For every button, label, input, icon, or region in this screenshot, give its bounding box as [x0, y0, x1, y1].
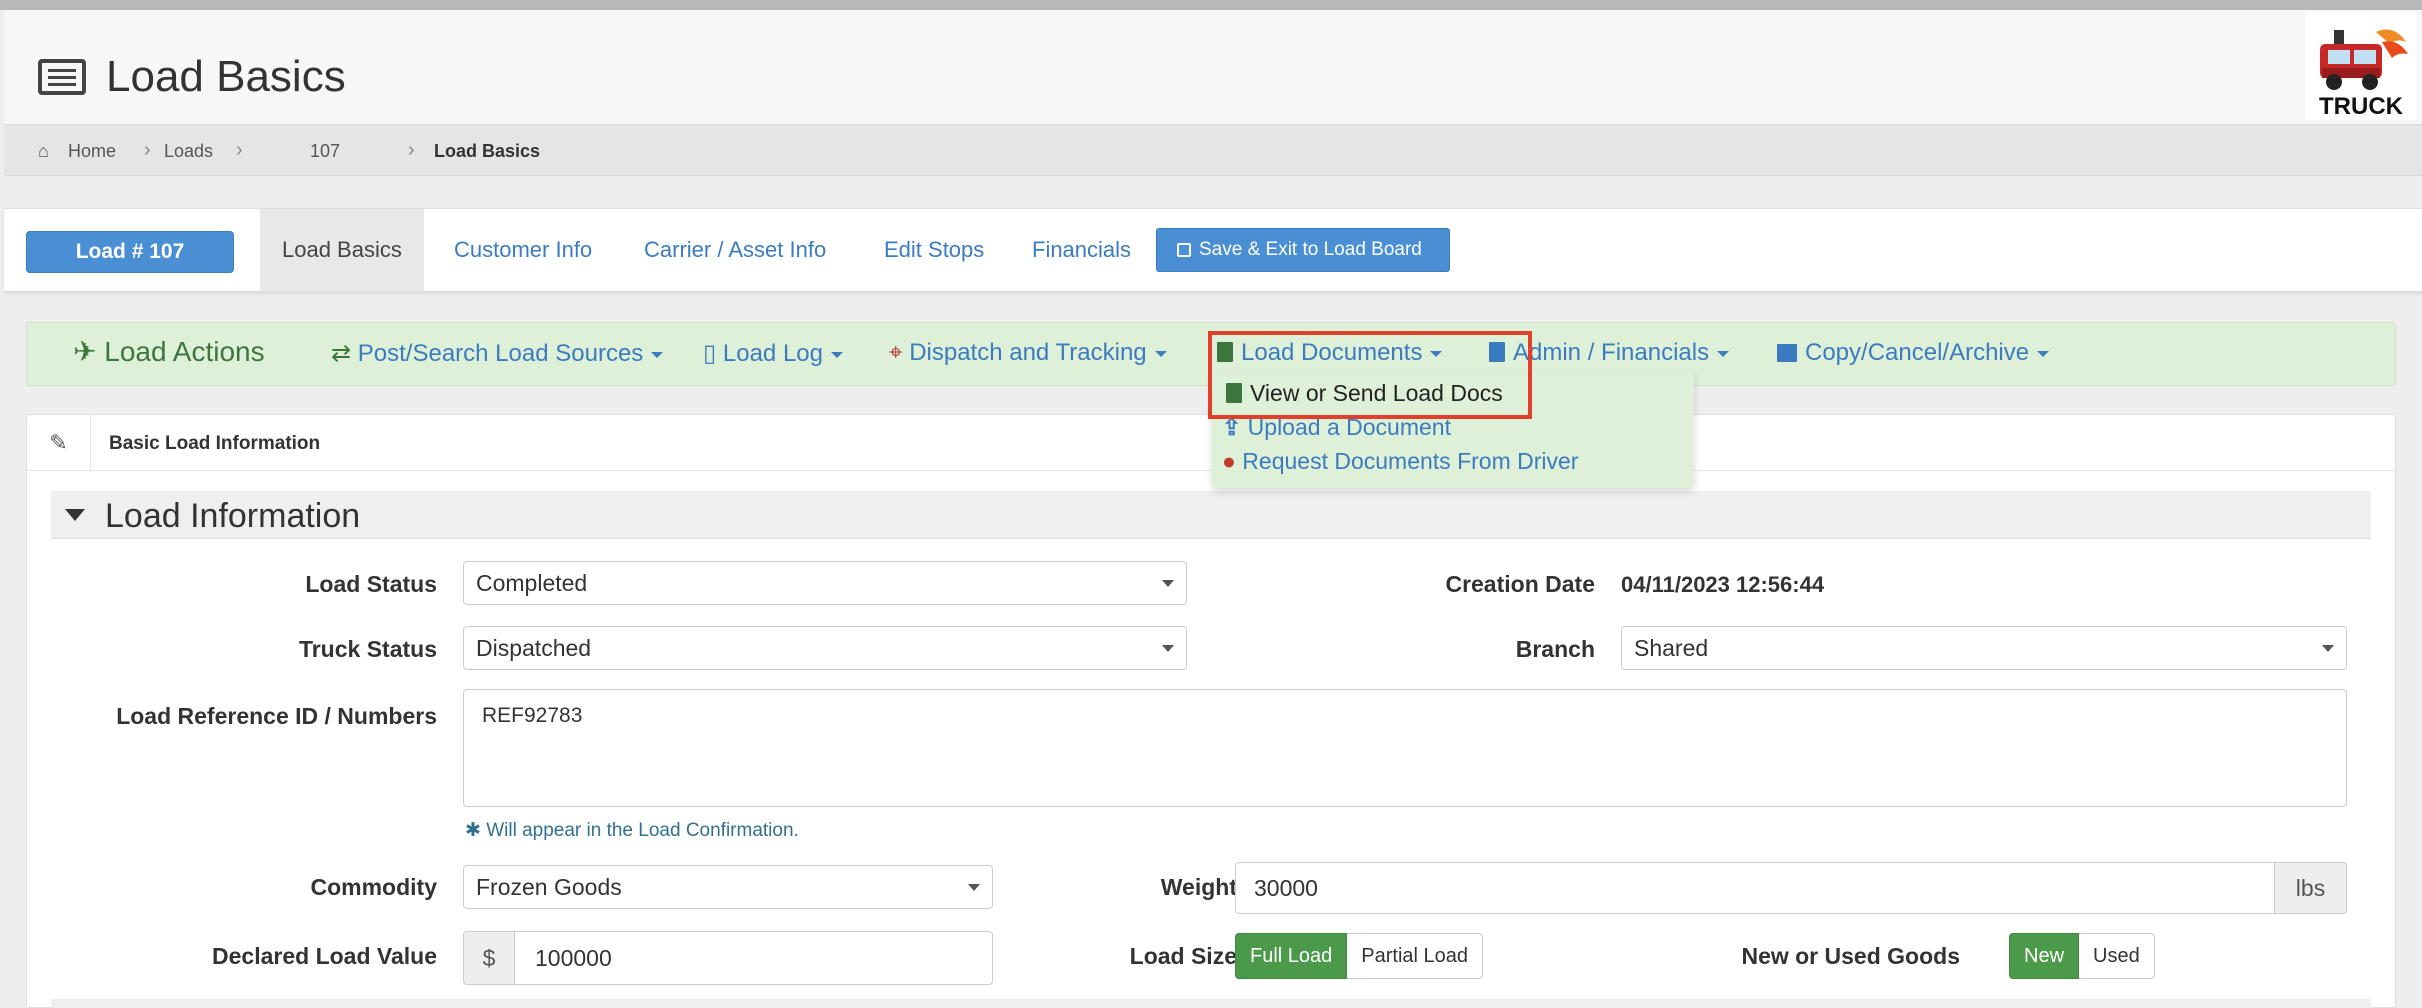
- menu-label: Copy/Cancel/Archive: [1805, 339, 2030, 366]
- chevron-right-icon: ›: [144, 139, 151, 161]
- dropdown-label: Request Documents From Driver: [1242, 448, 1579, 474]
- commodity-label: Commodity: [310, 874, 438, 900]
- archive-icon: [1777, 344, 1797, 362]
- truck-status-label: Truck Status: [298, 636, 437, 662]
- weight-input[interactable]: 30000: [1235, 862, 2275, 914]
- caret-down-icon: [1154, 350, 1167, 357]
- save-exit-button[interactable]: Save & Exit to Load Board: [1156, 228, 1450, 272]
- menu-label: Post/Search Load Sources: [357, 340, 644, 367]
- panel-header: ✎ Basic Load Information: [27, 415, 2395, 471]
- panel-title: Basic Load Information: [109, 433, 321, 454]
- page-title: Load Basics: [106, 52, 346, 101]
- breadcrumb-home[interactable]: Home: [68, 141, 116, 162]
- creation-date-value: 04/11/2023 12:56:44: [1621, 572, 1825, 597]
- reference-help-text: ✱ Will appear in the Load Confirmation.: [465, 819, 799, 842]
- load-actions-title: ✈ Load Actions: [73, 335, 265, 368]
- highlight-box: [1208, 331, 1532, 419]
- crosshair-icon: ⌖: [889, 339, 903, 366]
- page-title-wrap: Load Basics: [38, 52, 346, 102]
- company-logo: TRUCK: [2306, 12, 2416, 120]
- currency-addon: $: [463, 931, 515, 985]
- chevron-right-icon: ›: [236, 139, 243, 161]
- menu-dispatch-tracking[interactable]: ⌖ Dispatch and Tracking: [889, 339, 1167, 367]
- branch-label: Branch: [1515, 636, 1595, 662]
- load-status-select[interactable]: Completed: [463, 561, 1187, 605]
- breadcrumb: ⌂ Home › Loads › 107 › Load Basics: [4, 124, 2422, 176]
- new-used-label: New or Used Goods: [1741, 943, 1960, 969]
- load-status-label: Load Status: [305, 571, 437, 597]
- new-button[interactable]: New: [2009, 933, 2080, 979]
- user-icon: ●: [1222, 448, 1236, 474]
- tab-carrier-asset-info[interactable]: Carrier / Asset Info: [622, 209, 848, 291]
- page-header: [4, 10, 2422, 124]
- new-used-toggle: New Used: [2009, 933, 2155, 979]
- dropdown-request-documents[interactable]: ● Request Documents From Driver: [1222, 448, 1578, 475]
- full-load-button[interactable]: Full Load: [1235, 933, 1348, 979]
- partial-load-button[interactable]: Partial Load: [1347, 933, 1484, 979]
- load-actions-label: Load Actions: [104, 336, 265, 367]
- load-reference-textarea[interactable]: REF92783: [463, 689, 2347, 807]
- caret-down-icon: [831, 351, 843, 358]
- load-number-badge: Load # 107: [26, 231, 234, 273]
- caret-down-icon: [651, 351, 664, 358]
- load-size-toggle: Full Load Partial Load: [1235, 933, 1484, 979]
- log-file-icon: ▯: [703, 340, 717, 367]
- next-section-bar: [51, 999, 2371, 1008]
- breadcrumb-current: Load Basics: [434, 141, 541, 161]
- used-button[interactable]: Used: [2079, 933, 2155, 979]
- tab-load-basics[interactable]: Load Basics: [260, 209, 424, 291]
- refresh-icon: ⇄: [331, 340, 352, 367]
- collapse-caret-icon: [65, 509, 85, 521]
- window-top-strip: [0, 0, 2422, 10]
- tab-financials[interactable]: Financials: [1010, 209, 1153, 291]
- caret-down-icon: [2037, 350, 2050, 357]
- save-exit-label: Save & Exit to Load Board: [1199, 239, 1422, 260]
- breadcrumb-load-id[interactable]: 107: [310, 141, 340, 162]
- pencil-icon: ✎: [27, 415, 91, 471]
- branch-select[interactable]: Shared: [1621, 626, 2347, 670]
- home-icon: ⌂: [38, 141, 49, 161]
- menu-post-search-load-sources[interactable]: ⇄ Post/Search Load Sources: [331, 339, 664, 368]
- help-label: Will appear in the Load Confirmation.: [486, 820, 799, 841]
- declared-value-input[interactable]: 100000: [514, 931, 993, 985]
- floppy-disk-icon: [1177, 243, 1191, 257]
- section-title: Load Information: [105, 497, 361, 535]
- tab-customer-info[interactable]: Customer Info: [432, 209, 614, 291]
- list-icon: [38, 59, 86, 95]
- declared-value-label: Declared Load Value: [212, 943, 437, 969]
- menu-copy-cancel-archive[interactable]: Copy/Cancel/Archive: [1777, 339, 2050, 367]
- menu-label: Load Log: [722, 340, 823, 367]
- svg-text:TRUCK: TRUCK: [2319, 93, 2404, 120]
- tab-edit-stops[interactable]: Edit Stops: [862, 209, 1006, 291]
- creation-date-label: Creation Date: [1445, 571, 1595, 597]
- load-tabs-bar: Load # 107 Load Basics Customer Info Car…: [4, 208, 2422, 292]
- caret-down-icon: [1717, 350, 1730, 357]
- breadcrumb-loads[interactable]: Loads: [164, 141, 213, 162]
- weight-label: Weight: [1160, 874, 1237, 900]
- menu-load-log[interactable]: ▯ Load Log: [703, 339, 843, 368]
- menu-label: Dispatch and Tracking: [909, 339, 1147, 366]
- load-size-label: Load Size: [1129, 943, 1237, 969]
- load-reference-label: Load Reference ID / Numbers: [116, 703, 437, 729]
- commodity-select[interactable]: Frozen Goods: [463, 865, 993, 909]
- asterisk-icon: ✱: [465, 820, 481, 841]
- plane-icon: ✈: [73, 336, 97, 367]
- chevron-right-icon: ›: [408, 139, 415, 161]
- weight-unit-addon: lbs: [2274, 862, 2347, 914]
- load-information-section[interactable]: Load Information: [51, 491, 2371, 539]
- basic-load-info-panel: ✎ Basic Load Information Load Informatio…: [26, 414, 2396, 1008]
- truck-status-select[interactable]: Dispatched: [463, 626, 1187, 670]
- menu-label: Admin / Financials: [1513, 339, 1710, 366]
